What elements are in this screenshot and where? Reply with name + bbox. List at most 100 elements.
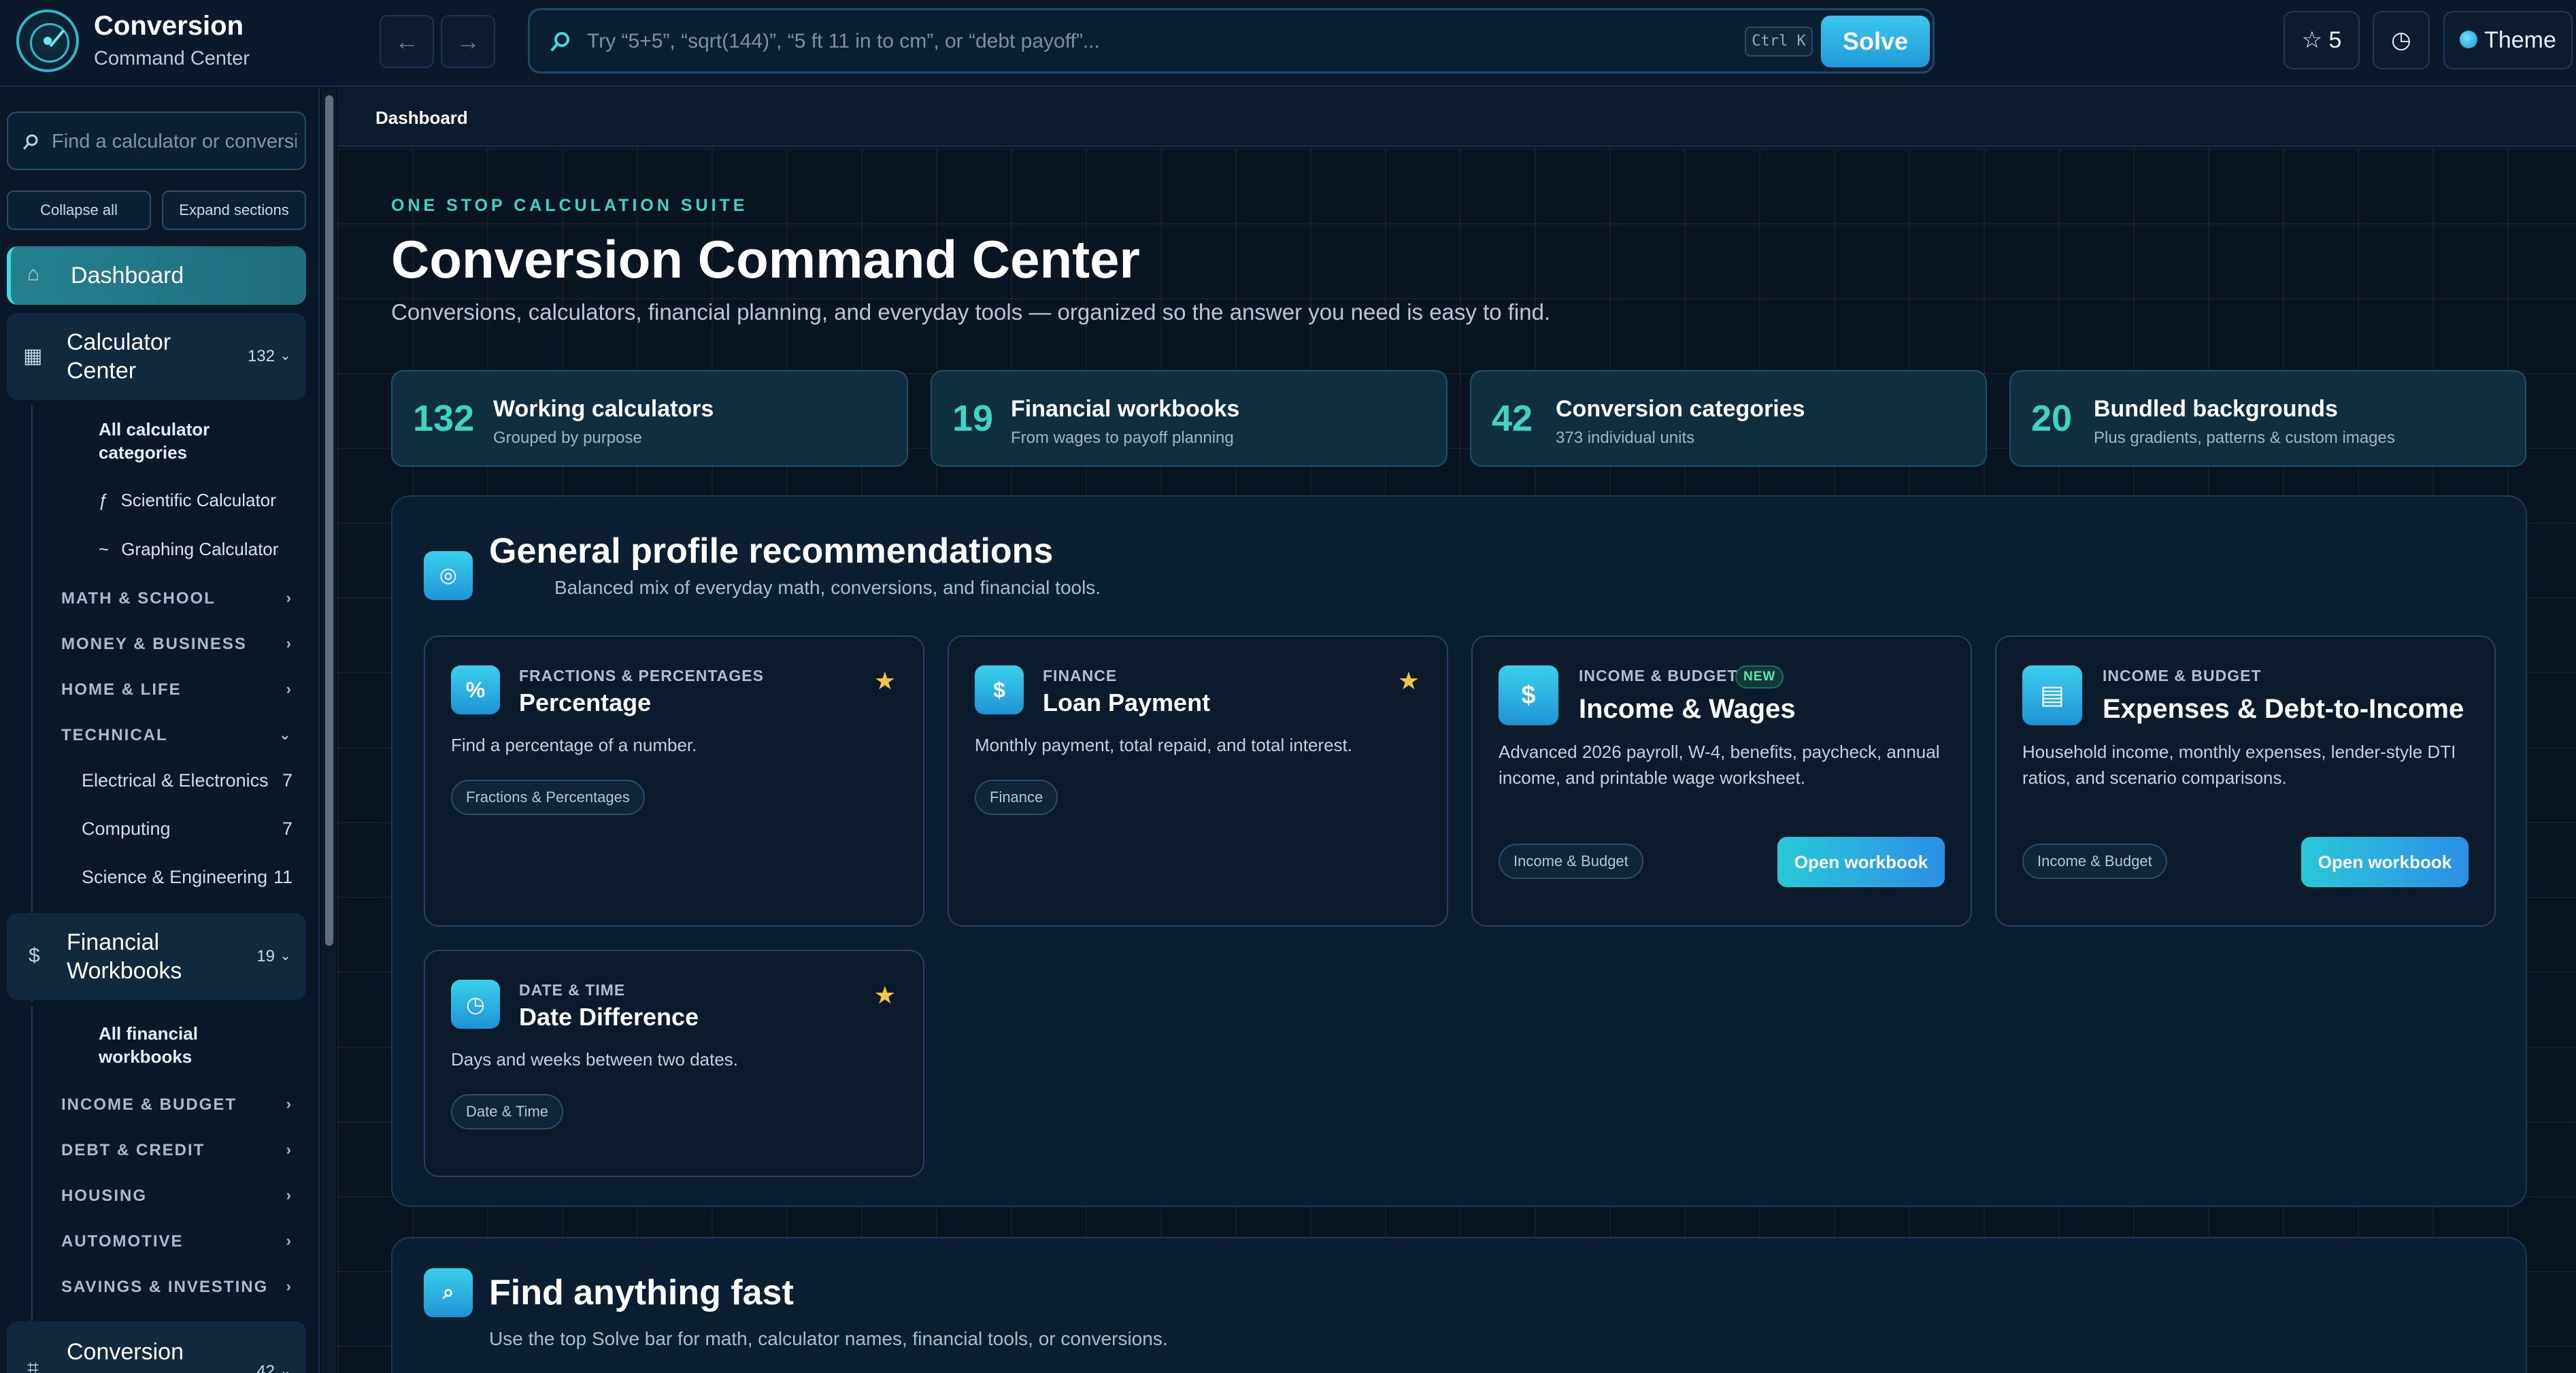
card-title: Expenses & Debt-to-Income (2103, 694, 2464, 724)
sidebar-link-scientific-calculator[interactable]: ƒ Scientific Calculator (99, 490, 276, 511)
sidebar-search-input[interactable] (52, 127, 297, 156)
stat-value: 132 (413, 398, 475, 439)
section-income-budget[interactable]: INCOME & BUDGET › (61, 1095, 292, 1114)
sidebar-item-computing[interactable]: Computing 7 (82, 818, 292, 840)
sidebar-item-conversion[interactable]: ⌗ Conversion 42 ⌄ (7, 1321, 306, 1373)
sidebar: Collapse all Expand sections ⌂ Dashboard… (0, 88, 320, 1373)
card-category: FRACTIONS & PERCENTAGES (519, 667, 764, 684)
chevron-right-icon: › (286, 1095, 292, 1112)
card-tag[interactable]: Income & Budget (2022, 844, 2167, 879)
function-icon: ƒ (99, 490, 109, 510)
chevron-right-icon: › (286, 1232, 292, 1249)
stat-subtitle: From wages to payoff planning (1011, 429, 1234, 447)
sidebar-scrollbar-thumb[interactable] (325, 95, 333, 946)
card-expenses-dti[interactable]: ▤ INCOME & BUDGET Expenses & Debt-to-Inc… (1995, 635, 2496, 927)
stat-value: 19 (952, 398, 994, 439)
wave-icon: ~ (99, 539, 110, 559)
sidebar-search (7, 112, 306, 170)
ruler-icon: ⌗ (27, 1357, 39, 1373)
stat-subtitle: 373 individual units (1556, 429, 1695, 447)
search-icon: ⌕ (424, 1268, 473, 1317)
app-subtitle: Command Center (94, 48, 250, 69)
main-content: ONE STOP CALCULATION SUITE Conversion Co… (337, 148, 2576, 1373)
expand-sections-button[interactable]: Expand sections (162, 191, 306, 230)
solve-input[interactable] (587, 22, 1580, 61)
card-loan-payment[interactable]: $ FINANCE Loan Payment ★ Monthly payment… (948, 635, 1448, 927)
forward-button[interactable]: → (441, 15, 495, 68)
card-percentage[interactable]: % FRACTIONS & PERCENTAGES Percentage ★ F… (424, 635, 924, 927)
card-tag[interactable]: Fractions & Percentages (451, 780, 645, 815)
chevron-right-icon: › (286, 635, 292, 652)
sidebar-item-dashboard[interactable]: ⌂ Dashboard (7, 246, 306, 305)
dollar-icon: $ (29, 944, 40, 967)
card-title: Loan Payment (1043, 689, 1211, 716)
section-debt-credit[interactable]: DEBT & CREDIT › (61, 1141, 292, 1160)
find-fast-subtitle: Use the top Solve bar for math, calculat… (489, 1328, 1168, 1349)
history-button[interactable]: ◷ (2373, 11, 2430, 69)
ledger-icon: ▤ (2022, 665, 2082, 725)
sidebar-item-calculator-center[interactable]: ▦ Calculator Center 132 ⌄ (7, 313, 306, 400)
sidebar-item-label: Conversion (67, 1339, 184, 1365)
top-bar: Conversion Command Center ← → Ctrl K Sol… (0, 0, 2576, 87)
sidebar-link-graphing-calculator[interactable]: ~ Graphing Calculator (99, 539, 278, 560)
find-fast-panel: ⌕ Find anything fast Use the top Solve b… (391, 1237, 2527, 1373)
breadcrumb: Dashboard (337, 88, 2576, 147)
home-icon: ⌂ (27, 263, 40, 285)
sidebar-link-all-financial-workbooks[interactable]: All financial workbooks (99, 1022, 296, 1068)
favorites-button[interactable]: ☆ 5 (2284, 11, 2360, 69)
card-description: Find a percentage of a number. (451, 735, 697, 755)
app-title: Conversion (94, 11, 244, 41)
card-title: Percentage (519, 689, 652, 716)
sidebar-item-electrical-electronics[interactable]: Electrical & Electronics 7 (82, 770, 292, 791)
open-workbook-button[interactable]: Open workbook (1777, 837, 1945, 887)
stat-card-backgrounds[interactable]: 20 Bundled backgrounds Plus gradients, p… (2009, 370, 2526, 467)
shortcut-hint: Ctrl K (1745, 27, 1813, 56)
collapse-all-button[interactable]: Collapse all (7, 191, 151, 230)
recommendations-panel: ◎ General profile recommendations Balanc… (391, 495, 2527, 1207)
card-income-wages[interactable]: $ INCOME & BUDGET NEW Income & Wages Adv… (1471, 635, 1972, 927)
back-button[interactable]: ← (380, 15, 434, 68)
sidebar-item-science-engineering[interactable]: Science & Engineering 11 (82, 867, 292, 888)
stat-card-conversions[interactable]: 42 Conversion categories 373 individual … (1470, 370, 1987, 467)
solve-button[interactable]: Solve (1821, 16, 1930, 67)
breadcrumb-current[interactable]: Dashboard (375, 107, 468, 129)
section-savings-investing[interactable]: SAVINGS & INVESTING › (61, 1278, 292, 1297)
chevron-right-icon: › (286, 680, 292, 697)
star-icon[interactable]: ★ (874, 981, 896, 1010)
section-technical[interactable]: TECHNICAL ⌄ (61, 726, 292, 745)
find-fast-title: Find anything fast (489, 1273, 794, 1312)
sidebar-link-all-calculator-categories[interactable]: All calculator categories (99, 418, 296, 464)
percent-icon: % (451, 665, 500, 714)
stat-card-workbooks[interactable]: 19 Financial workbooks From wages to pay… (931, 370, 1448, 467)
card-title: Date Difference (519, 1003, 699, 1031)
sidebar-item-label: Center (67, 358, 137, 384)
stat-card-calculators[interactable]: 132 Working calculators Grouped by purpo… (391, 370, 908, 467)
sidebar-item-label: Workbooks (67, 958, 182, 984)
star-icon[interactable]: ★ (1398, 667, 1420, 695)
compass-logo-icon (16, 10, 79, 72)
target-icon: ◎ (424, 551, 473, 600)
count-badge: 132 (247, 347, 275, 365)
star-icon[interactable]: ★ (874, 667, 896, 695)
section-housing[interactable]: HOUSING › (61, 1187, 292, 1206)
sidebar-item-financial-workbooks[interactable]: $ Financial Workbooks 19 ⌄ (7, 913, 306, 1000)
page-title: Conversion Command Center (391, 229, 1140, 289)
card-tag[interactable]: Date & Time (451, 1094, 564, 1129)
stat-title: Financial workbooks (1011, 396, 1240, 422)
card-category: INCOME & BUDGET (2103, 667, 2262, 684)
new-badge: NEW (1735, 665, 1784, 689)
card-tag[interactable]: Income & Budget (1499, 844, 1643, 879)
stat-value: 42 (1492, 398, 1533, 439)
section-money-business[interactable]: MONEY & BUSINESS › (61, 635, 292, 654)
theme-button[interactable]: Theme (2443, 11, 2573, 69)
dollar-icon: $ (975, 665, 1024, 714)
card-date-difference[interactable]: ◷ DATE & TIME Date Difference ★ Days and… (424, 950, 924, 1177)
chevron-right-icon: › (286, 1187, 292, 1204)
section-math-school[interactable]: MATH & SCHOOL › (61, 589, 292, 608)
open-workbook-button[interactable]: Open workbook (2301, 837, 2469, 887)
card-description: Days and weeks between two dates. (451, 1049, 739, 1070)
section-home-life[interactable]: HOME & LIFE › (61, 680, 292, 699)
card-tag[interactable]: Finance (975, 780, 1058, 815)
section-automotive[interactable]: AUTOMOTIVE › (61, 1232, 292, 1251)
theme-dot-icon (2460, 31, 2478, 49)
